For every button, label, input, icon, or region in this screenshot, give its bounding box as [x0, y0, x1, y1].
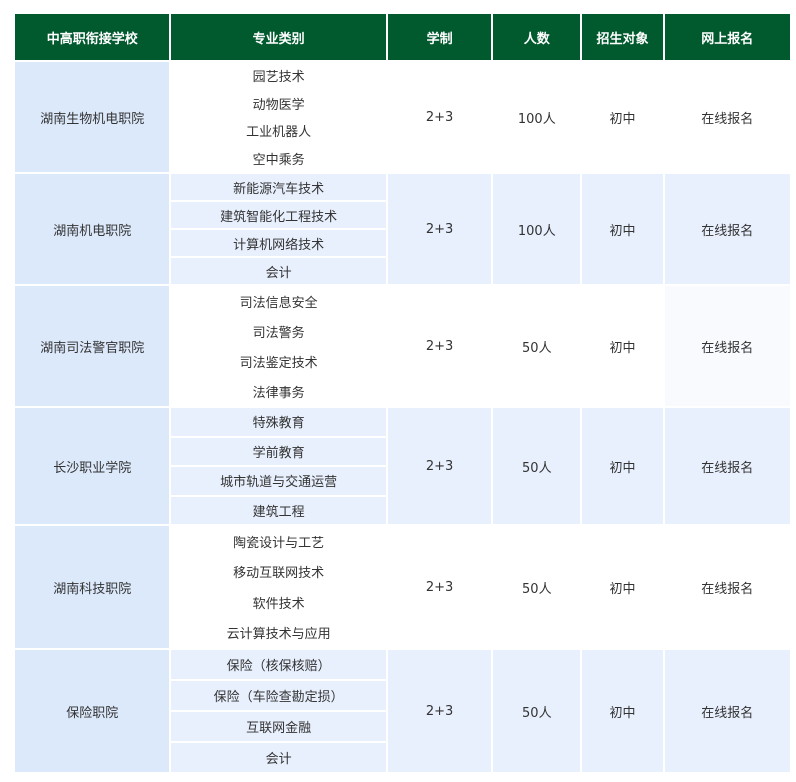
- major-item: 陶瓷设计与工艺: [233, 535, 325, 551]
- online-signup-link[interactable]: 在线报名: [664, 286, 790, 406]
- duration-cell: 2+3: [387, 526, 492, 648]
- major-item: 城市轨道与交通运营: [171, 467, 386, 497]
- major-cell: 园艺技术 动物医学 工业机器人 空中乘务: [171, 62, 386, 172]
- online-signup-link[interactable]: 在线报名: [664, 62, 790, 172]
- major-cell: 特殊教育 学前教育 城市轨道与交通运营 建筑工程: [171, 408, 386, 524]
- header-school: 中高职衔接学校: [15, 14, 170, 60]
- duration-cell: 2+3: [387, 174, 492, 284]
- target-cell: 初中: [582, 408, 663, 524]
- header-target: 招生对象: [582, 14, 663, 60]
- major-item: 建筑工程: [171, 496, 386, 524]
- major-item: 动物医学: [252, 97, 305, 113]
- major-item: 空中乘务: [252, 152, 305, 168]
- major-cell: 保险（核保核赔） 保险（车险查勘定损） 互联网金融 会计: [171, 650, 386, 772]
- table-row: 长沙职业学院 特殊教育 学前教育 城市轨道与交通运营 建筑工程 2+3 50人 …: [15, 408, 790, 524]
- major-item: 会计: [171, 743, 386, 772]
- major-item: 学前教育: [171, 437, 386, 467]
- major-item: 法律事务: [252, 385, 305, 401]
- major-item: 司法信息安全: [239, 295, 318, 311]
- major-item: 新能源汽车技术: [171, 174, 386, 202]
- duration-cell: 2+3: [387, 650, 492, 772]
- header-count: 人数: [493, 14, 581, 60]
- major-cell: 司法信息安全 司法警务 司法鉴定技术 法律事务: [171, 286, 386, 406]
- major-item: 计算机网络技术: [171, 230, 386, 258]
- school-name: 保险职院: [15, 650, 170, 772]
- major-item: 保险（车险查勘定损）: [171, 681, 386, 712]
- major-item: 工业机器人: [246, 125, 312, 141]
- header-duration: 学制: [387, 14, 492, 60]
- header-signup: 网上报名: [664, 14, 790, 60]
- count-cell: 50人: [493, 650, 581, 772]
- school-name: 湖南生物机电职院: [15, 62, 170, 172]
- major-item: 云计算技术与应用: [226, 627, 331, 643]
- table-row: 湖南科技职院 陶瓷设计与工艺 移动互联网技术 软件技术 云计算技术与应用 2+3…: [15, 526, 790, 648]
- major-item: 司法警务: [252, 325, 305, 341]
- school-name: 湖南机电职院: [15, 174, 170, 284]
- major-cell: 陶瓷设计与工艺 移动互联网技术 软件技术 云计算技术与应用: [171, 526, 386, 648]
- target-cell: 初中: [582, 286, 663, 406]
- major-item: 软件技术: [252, 596, 305, 612]
- duration-cell: 2+3: [387, 408, 492, 524]
- online-signup-link[interactable]: 在线报名: [664, 650, 790, 772]
- major-cell: 新能源汽车技术 建筑智能化工程技术 计算机网络技术 会计: [171, 174, 386, 284]
- count-cell: 100人: [493, 62, 581, 172]
- count-cell: 50人: [493, 526, 581, 648]
- major-item: 移动互联网技术: [233, 566, 325, 582]
- online-signup-link[interactable]: 在线报名: [664, 526, 790, 648]
- table-row: 湖南生物机电职院 园艺技术 动物医学 工业机器人 空中乘务 2+3 100人 初…: [15, 62, 790, 172]
- major-item: 园艺技术: [252, 70, 305, 86]
- target-cell: 初中: [582, 526, 663, 648]
- target-cell: 初中: [582, 650, 663, 772]
- admissions-table: 中高职衔接学校 专业类别 学制 人数 招生对象 网上报名 湖南生物机电职院 园艺…: [13, 12, 792, 774]
- count-cell: 100人: [493, 174, 581, 284]
- header-row: 中高职衔接学校 专业类别 学制 人数 招生对象 网上报名: [15, 14, 790, 60]
- target-cell: 初中: [582, 174, 663, 284]
- school-name: 湖南司法警官职院: [15, 286, 170, 406]
- major-item: 建筑智能化工程技术: [171, 202, 386, 230]
- school-name: 湖南科技职院: [15, 526, 170, 648]
- major-item: 司法鉴定技术: [239, 355, 318, 371]
- header-major: 专业类别: [171, 14, 386, 60]
- duration-cell: 2+3: [387, 62, 492, 172]
- table-row: 湖南机电职院 新能源汽车技术 建筑智能化工程技术 计算机网络技术 会计 2+3 …: [15, 174, 790, 284]
- table-row: 保险职院 保险（核保核赔） 保险（车险查勘定损） 互联网金融 会计 2+3 50…: [15, 650, 790, 772]
- count-cell: 50人: [493, 408, 581, 524]
- duration-cell: 2+3: [387, 286, 492, 406]
- major-item: 会计: [171, 258, 386, 284]
- major-item: 互联网金融: [171, 712, 386, 743]
- target-cell: 初中: [582, 62, 663, 172]
- count-cell: 50人: [493, 286, 581, 406]
- school-name: 长沙职业学院: [15, 408, 170, 524]
- online-signup-link[interactable]: 在线报名: [664, 408, 790, 524]
- online-signup-link[interactable]: 在线报名: [664, 174, 790, 284]
- major-item: 保险（核保核赔）: [171, 650, 386, 681]
- table-row: 湖南司法警官职院 司法信息安全 司法警务 司法鉴定技术 法律事务 2+3 50人…: [15, 286, 790, 406]
- major-item: 特殊教育: [171, 408, 386, 438]
- page: 中高职衔接学校 专业类别 学制 人数 招生对象 网上报名 湖南生物机电职院 园艺…: [0, 0, 796, 782]
